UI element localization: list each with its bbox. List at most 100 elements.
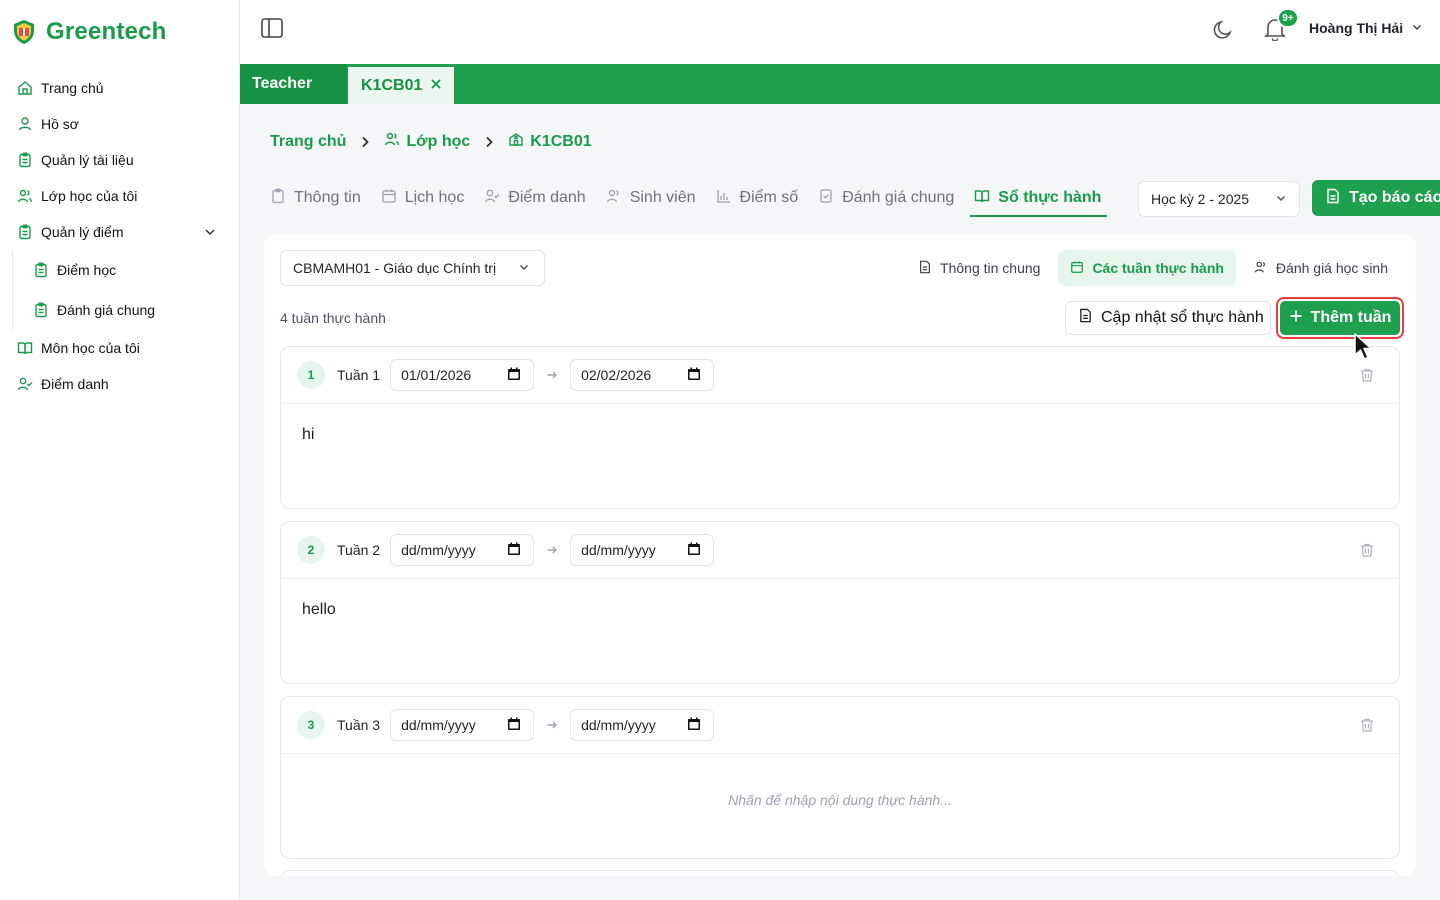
- update-practice-book-button[interactable]: Cập nhật sổ thực hành: [1065, 301, 1271, 335]
- tab-info[interactable]: Thông tin: [266, 181, 367, 215]
- users-icon: [1254, 260, 1268, 277]
- calendar-icon[interactable]: [507, 717, 521, 734]
- week-header: 3 Tuần 3 dd/mm/yyyy dd/mm/yyyy: [281, 697, 1399, 754]
- tab-grades[interactable]: Điểm số: [712, 181, 805, 215]
- start-date-input[interactable]: 01/01/2026: [390, 359, 535, 391]
- section-tabs: Thông tin Lịch học Điểm danh Sinh viên Đ…: [266, 181, 1117, 217]
- calendar-icon: [1070, 260, 1084, 277]
- sidebar-item-label: Trang chủ: [41, 80, 104, 96]
- sidebar-item-documents[interactable]: Quản lý tài liệu: [0, 142, 239, 178]
- create-report-button[interactable]: Tạo báo cáo: [1312, 180, 1440, 216]
- start-date-input[interactable]: dd/mm/yyyy: [390, 534, 535, 566]
- term-select[interactable]: Học kỳ 2 - 2025: [1138, 181, 1300, 217]
- document-icon: [1078, 308, 1093, 328]
- term-select-value: Học kỳ 2 - 2025: [1151, 191, 1250, 207]
- sidebar-item-my-subjects[interactable]: Môn học của tôi: [0, 330, 239, 366]
- week-card: 1 Tuần 1 01/01/2026 02/02/2026 hi: [280, 346, 1400, 509]
- sidebar-item-grade-management[interactable]: Quản lý điểm: [0, 214, 239, 250]
- sidebar-item-general-evaluation[interactable]: Đánh giá chung: [13, 290, 239, 330]
- breadcrumb-classes[interactable]: Lớp học: [384, 131, 470, 152]
- date-value: 02/02/2026: [581, 367, 652, 383]
- calendar-icon: [381, 188, 397, 209]
- subnav-practice-weeks[interactable]: Các tuần thực hành: [1058, 250, 1236, 286]
- breadcrumb-label: K1CB01: [530, 132, 592, 150]
- trash-icon[interactable]: [1359, 717, 1375, 738]
- tab-practice-book[interactable]: Sổ thực hành: [970, 181, 1108, 217]
- sidebar-item-home[interactable]: Trang chủ: [0, 70, 239, 106]
- end-date-input[interactable]: 02/02/2026: [570, 359, 715, 391]
- sidebar-item-label: Điểm danh: [41, 376, 109, 392]
- close-icon[interactable]: [430, 77, 442, 95]
- week-header: 2 Tuần 2 dd/mm/yyyy dd/mm/yyyy: [281, 522, 1399, 579]
- clipboard-icon: [33, 262, 49, 278]
- shield-logo-icon: [14, 20, 34, 44]
- tab-attendance[interactable]: Điểm danh: [480, 181, 591, 215]
- school-icon: [508, 131, 524, 152]
- week-header: 1 Tuần 1 01/01/2026 02/02/2026: [281, 347, 1399, 404]
- week-content[interactable]: Nhấn để nhập nội dung thực hành...: [281, 754, 1399, 858]
- week-card-partial: [280, 870, 1400, 876]
- chevron-down-icon[interactable]: [203, 225, 217, 242]
- week-content[interactable]: hi: [281, 404, 1399, 508]
- tab-label: Thông tin: [294, 189, 361, 206]
- date-value: dd/mm/yyyy: [581, 717, 656, 733]
- calendar-icon[interactable]: [507, 542, 521, 559]
- week-card: 2 Tuần 2 dd/mm/yyyy dd/mm/yyyy hello: [280, 521, 1400, 684]
- subnav-general-info[interactable]: Thông tin chung: [906, 250, 1052, 286]
- tab-schedule[interactable]: Lịch học: [377, 181, 471, 215]
- subject-select[interactable]: CBMAMH01 - Giáo dục Chính trị: [280, 250, 545, 286]
- document-icon: [918, 260, 932, 277]
- chevron-right-icon: [482, 135, 496, 149]
- date-value: dd/mm/yyyy: [581, 542, 656, 558]
- breadcrumb: Trang chủ Lớp học K1CB01: [270, 131, 592, 152]
- logo[interactable]: Greentech: [12, 18, 167, 46]
- tab-label: Lịch học: [404, 189, 465, 206]
- end-date-input[interactable]: dd/mm/yyyy: [570, 534, 715, 566]
- breadcrumb-home[interactable]: Trang chủ: [270, 133, 346, 151]
- week-label: Tuần 1: [337, 367, 381, 383]
- sidebar-submenu: Điểm học Đánh giá chung: [12, 250, 239, 330]
- week-label: Tuần 3: [337, 717, 381, 733]
- start-date-input[interactable]: dd/mm/yyyy: [390, 709, 535, 741]
- trash-icon[interactable]: [1359, 542, 1375, 563]
- tab-students[interactable]: Sinh viên: [602, 181, 702, 215]
- sidebar-item-attendance[interactable]: Điểm danh: [0, 366, 239, 402]
- calendar-icon[interactable]: [687, 367, 701, 384]
- clipboard-icon: [17, 152, 33, 168]
- week-number: 1: [297, 361, 325, 389]
- tab-general-evaluation[interactable]: Đánh giá chung: [814, 181, 960, 215]
- breadcrumb-label: Lớp học: [406, 132, 471, 150]
- subnav-student-evaluation[interactable]: Đánh giá học sinh: [1242, 250, 1400, 286]
- clipboard-icon: [270, 188, 286, 209]
- button-label: Thêm tuần: [1310, 309, 1392, 326]
- sidebar-item-my-classes[interactable]: Lớp học của tôi: [0, 178, 239, 214]
- calendar-icon[interactable]: [507, 367, 521, 384]
- subnav-label: Các tuần thực hành: [1092, 260, 1224, 276]
- week-content[interactable]: hello: [281, 579, 1399, 683]
- dark-mode-toggle-icon[interactable]: [1212, 19, 1234, 46]
- subnav-label: Thông tin chung: [940, 260, 1041, 276]
- end-date-input[interactable]: dd/mm/yyyy: [570, 709, 715, 741]
- calendar-icon[interactable]: [687, 717, 701, 734]
- sidebar-item-profile[interactable]: Hồ sơ: [0, 106, 239, 142]
- clipboard-icon: [33, 302, 49, 318]
- tab-label: Điểm danh: [508, 189, 586, 206]
- week-count: 4 tuần thực hành: [280, 310, 386, 326]
- mouse-cursor-icon: [1354, 333, 1374, 366]
- book-icon: [17, 340, 33, 356]
- sidebar-toggle-icon[interactable]: [261, 18, 283, 43]
- sidebar-item-label: Quản lý điểm: [41, 224, 124, 240]
- tab-label: Điểm số: [739, 189, 799, 206]
- sidebar-item-scores[interactable]: Điểm học: [13, 250, 239, 290]
- calendar-icon[interactable]: [687, 542, 701, 559]
- user-menu[interactable]: Hoàng Thị Hải: [1309, 20, 1423, 36]
- add-week-button[interactable]: Thêm tuần: [1280, 301, 1400, 335]
- trash-icon[interactable]: [1359, 367, 1375, 388]
- week-label: Tuần 2: [337, 542, 381, 558]
- arrow-right-icon: [546, 544, 558, 556]
- chevron-down-icon: [1411, 20, 1423, 36]
- week-card: 3 Tuần 3 dd/mm/yyyy dd/mm/yyyy Nhấn để n…: [280, 696, 1400, 859]
- user-check-icon: [484, 188, 500, 209]
- tab-teacher[interactable]: Teacher: [240, 64, 347, 104]
- tab-k1cb01[interactable]: K1CB01: [348, 67, 454, 104]
